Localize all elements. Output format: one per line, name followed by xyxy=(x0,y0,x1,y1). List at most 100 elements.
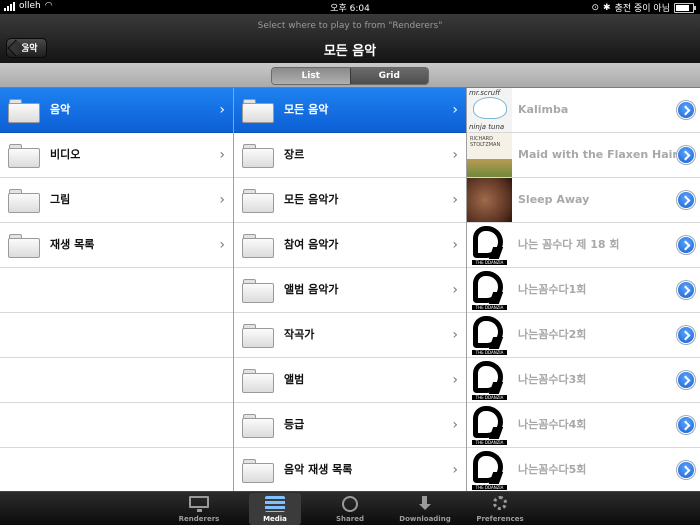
empty-row xyxy=(0,403,233,448)
track-title: 나는꼼수다5회 xyxy=(518,463,587,476)
tab-shared[interactable]: Shared xyxy=(324,493,376,525)
menu-label: 장르 xyxy=(284,148,305,161)
folder-icon xyxy=(8,189,40,213)
disclosure-button-icon[interactable] xyxy=(678,417,694,433)
menu-item-album-artists[interactable]: 앨범 음악가 › xyxy=(234,268,466,313)
menu-item-contributing-artists[interactable]: 참여 음악가 › xyxy=(234,223,466,268)
track-row[interactable]: THE DDANZIA 나는꼼수다5회 xyxy=(467,448,700,491)
chevron-right-icon: › xyxy=(452,327,458,343)
disclosure-button-icon[interactable] xyxy=(678,282,694,298)
track-row[interactable]: RICHARD STOLTZMAN Maid with the Flaxen H… xyxy=(467,133,700,178)
view-toggle: List Grid xyxy=(271,67,429,85)
menu-label: 등급 xyxy=(284,418,305,431)
view-toggle-bar: List Grid xyxy=(0,63,700,88)
folder-icon xyxy=(242,414,274,438)
download-icon xyxy=(415,496,435,512)
tab-preferences[interactable]: Preferences xyxy=(474,493,526,525)
track-title: 나는꼼수다1회 xyxy=(518,283,587,296)
disclosure-button-icon[interactable] xyxy=(678,237,694,253)
renderer-prompt: Select where to play to from "Renderers" xyxy=(257,21,443,31)
folder-icon xyxy=(8,99,40,123)
empty-row xyxy=(0,268,233,313)
disclosure-button-icon[interactable] xyxy=(678,327,694,343)
menu-label: 참여 음악가 xyxy=(284,238,339,251)
menu-label: 모든 음악가 xyxy=(284,193,339,206)
tab-downloading[interactable]: Downloading xyxy=(399,493,451,525)
list-view-button[interactable]: List xyxy=(272,68,350,84)
empty-row xyxy=(0,358,233,403)
chevron-right-icon: › xyxy=(452,147,458,163)
folder-icon xyxy=(242,99,274,123)
grid-view-button[interactable]: Grid xyxy=(349,68,428,84)
menu-item-all-artists[interactable]: 모든 음악가 › xyxy=(234,178,466,223)
chevron-right-icon: › xyxy=(452,462,458,478)
disclosure-button-icon[interactable] xyxy=(678,462,694,478)
podcast-logo-text: THE DDANZIA xyxy=(472,260,507,265)
disclosure-button-icon[interactable] xyxy=(678,147,694,163)
monitor-icon xyxy=(189,496,209,512)
podcast-logo-text: THE DDANZIA xyxy=(472,305,507,310)
category-item-video[interactable]: 비디오 › xyxy=(0,133,233,178)
disclosure-button-icon[interactable] xyxy=(678,102,694,118)
menu-item-ratings[interactable]: 등급 › xyxy=(234,403,466,448)
track-row[interactable]: THE DDANZIA 나는꼼수다4회 xyxy=(467,403,700,448)
tab-renderers[interactable]: Renderers xyxy=(173,493,225,525)
folder-icon xyxy=(242,324,274,348)
battery-icon xyxy=(674,2,696,13)
album-art-icon xyxy=(467,178,512,222)
chevron-right-icon: › xyxy=(452,282,458,298)
navigation-bar: Select where to play to from "Renderers"… xyxy=(0,14,700,63)
podcast-logo-icon: THE DDANZIA xyxy=(467,268,512,312)
folder-icon xyxy=(242,234,274,258)
disclosure-button-icon[interactable] xyxy=(678,192,694,208)
tab-label: Renderers xyxy=(178,515,220,523)
chevron-right-icon: › xyxy=(219,147,225,163)
media-icon xyxy=(265,496,285,512)
category-item-playlists[interactable]: 재생 목록 › xyxy=(0,223,233,268)
shared-globe-icon xyxy=(342,496,358,512)
album-art-icon: RICHARD STOLTZMAN xyxy=(467,133,512,177)
track-row[interactable]: THE DDANZIA 나는 꼼수다 제 18 회 xyxy=(467,223,700,268)
chevron-right-icon: › xyxy=(219,192,225,208)
menu-label: 앨범 xyxy=(284,373,305,386)
disclosure-button-icon[interactable] xyxy=(678,372,694,388)
track-row[interactable]: Sleep Away xyxy=(467,178,700,223)
folder-icon xyxy=(8,234,40,258)
track-title: Kalimba xyxy=(518,103,569,116)
category-item-music[interactable]: 음악 › xyxy=(0,88,233,133)
tab-media[interactable]: Media xyxy=(249,493,301,525)
album-art-text: RICHARD STOLTZMAN xyxy=(470,136,501,148)
track-title: Sleep Away xyxy=(518,193,590,206)
menu-item-genre[interactable]: 장르 › xyxy=(234,133,466,178)
menu-label: 음악 재생 목록 xyxy=(284,463,353,476)
tab-bar: Renderers Media Shared Downloading Prefe… xyxy=(0,491,700,525)
tab-label: Shared xyxy=(336,515,364,523)
category-label: 재생 목록 xyxy=(50,238,95,251)
tab-label: Downloading xyxy=(399,515,451,523)
podcast-logo-text: THE DDANZIA xyxy=(472,485,507,490)
chevron-right-icon: › xyxy=(452,102,458,118)
folder-icon xyxy=(242,279,274,303)
folder-icon xyxy=(8,144,40,168)
track-row[interactable]: THE DDANZIA 나는꼼수다3회 xyxy=(467,358,700,403)
menu-label: 모든 음악 xyxy=(284,103,329,116)
menu-item-music-playlists[interactable]: 음악 재생 목록 › xyxy=(234,448,466,491)
podcast-logo-text: THE DDANZIA xyxy=(472,440,507,445)
menu-item-albums[interactable]: 앨범 › xyxy=(234,358,466,403)
folder-icon xyxy=(242,459,274,483)
folder-icon xyxy=(242,369,274,393)
category-label: 그림 xyxy=(50,193,71,206)
category-item-pictures[interactable]: 그림 › xyxy=(0,178,233,223)
podcast-logo-icon: THE DDANZIA xyxy=(467,358,512,402)
charging-status: 충전 중이 아님 xyxy=(614,4,670,14)
chevron-right-icon: › xyxy=(452,237,458,253)
podcast-logo-text: THE DDANZIA xyxy=(472,350,507,355)
track-row[interactable]: THE DDANZIA 나는꼼수다1회 xyxy=(467,268,700,313)
menu-item-all-music[interactable]: 모든 음악 › xyxy=(234,88,466,133)
chevron-right-icon: › xyxy=(219,237,225,253)
menu-item-composers[interactable]: 작곡가 › xyxy=(234,313,466,358)
track-title: 나는꼼수다4회 xyxy=(518,418,587,431)
podcast-logo-icon: THE DDANZIA xyxy=(467,403,512,447)
track-row[interactable]: THE DDANZIA 나는꼼수다2회 xyxy=(467,313,700,358)
track-row[interactable]: mr.scruff ninja tuna Kalimba xyxy=(467,88,700,133)
